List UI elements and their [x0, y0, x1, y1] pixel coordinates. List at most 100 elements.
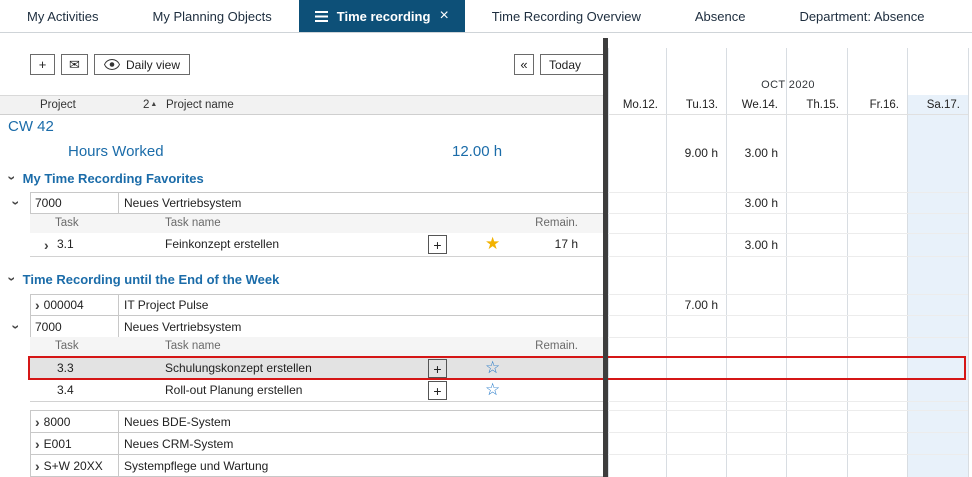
- month-label: OCT 2020: [608, 79, 968, 91]
- mail-button[interactable]: ✉: [61, 54, 88, 75]
- project-code-cell: › 8000: [31, 411, 119, 432]
- task-header-row: Task Task name Remain.: [30, 214, 604, 234]
- row-gridline: [608, 315, 968, 316]
- row-gridline: [608, 379, 968, 380]
- row-gridline: [608, 294, 968, 295]
- project-name: IT Project Pulse: [124, 298, 208, 312]
- task-header-row: Task Task name Remain.: [30, 337, 604, 357]
- chevron-right-icon[interactable]: ›: [35, 437, 40, 451]
- project-name-column-header[interactable]: Project name: [166, 99, 234, 111]
- task-row-3-1[interactable]: › 3.1 Feinkonzept erstellen + ★ 17 h: [30, 233, 604, 257]
- project-row-7000-favorites[interactable]: 7000 Neues Vertriebsystem: [30, 192, 604, 214]
- section-end-of-week[interactable]: › Time Recording until the End of the We…: [0, 269, 279, 289]
- task-hours-cell-we[interactable]: 3.00 h: [727, 233, 778, 257]
- task-row-3-4[interactable]: 3.4 Roll-out Planung erstellen + ☆: [30, 379, 604, 402]
- favorite-star-filled-icon[interactable]: ★: [485, 234, 500, 254]
- project-name: Neues Vertriebsystem: [124, 320, 241, 334]
- add-time-entry-button[interactable]: +: [428, 359, 447, 378]
- project-name: Neues Vertriebsystem: [124, 196, 241, 210]
- tab-label: Time recording: [337, 9, 431, 24]
- project-hours-cell-tu[interactable]: 7.00 h: [667, 294, 718, 316]
- previous-period-button[interactable]: «: [514, 54, 534, 75]
- task-name: Roll-out Planung erstellen: [165, 383, 302, 397]
- weekend-column-background: [908, 95, 968, 477]
- pane-splitter[interactable]: [603, 38, 608, 477]
- task-name: Schulungskonzept erstellen: [165, 361, 312, 375]
- row-gridline: [608, 256, 968, 257]
- daily-view-button[interactable]: Daily view: [94, 54, 190, 75]
- project-hours-cell-we[interactable]: 3.00 h: [727, 192, 778, 214]
- project-name: Neues BDE-System: [124, 415, 231, 429]
- project-row-7000[interactable]: 7000 Neues Vertriebsystem: [30, 315, 604, 338]
- project-row-sw20xx[interactable]: › S+W 20XX Systempflege und Wartung: [30, 454, 604, 477]
- mail-icon: ✉: [69, 57, 80, 73]
- eye-icon: [104, 59, 120, 70]
- hours-worked-cell-tu[interactable]: 9.00 h: [667, 141, 718, 165]
- task-name-column-header: Task name: [165, 340, 221, 352]
- project-row-000004[interactable]: › 000004 IT Project Pulse: [30, 294, 604, 316]
- tab-time-recording[interactable]: Time recording ×: [299, 0, 465, 32]
- close-icon[interactable]: ×: [439, 8, 448, 24]
- row-gridline: [608, 401, 968, 402]
- chevron-down-icon[interactable]: ›: [9, 201, 23, 206]
- project-code: 000004: [44, 298, 84, 312]
- column-gridline: [968, 48, 969, 477]
- menu-icon[interactable]: [315, 11, 328, 22]
- sort-ascending-icon: ▲: [150, 101, 157, 111]
- project-code: S+W 20XX: [44, 459, 103, 473]
- tab-my-activities[interactable]: My Activities: [0, 0, 126, 32]
- chevron-down-icon[interactable]: ›: [9, 325, 23, 330]
- project-code: E001: [44, 437, 72, 451]
- project-code: 7000: [35, 196, 62, 210]
- chevron-right-icon[interactable]: ›: [35, 298, 40, 312]
- chevron-right-icon[interactable]: ›: [35, 415, 40, 429]
- tab-absence[interactable]: Absence: [668, 0, 773, 32]
- chevron-right-icon[interactable]: ›: [35, 459, 40, 473]
- row-gridline: [608, 410, 968, 411]
- calendar-week-label: CW 42: [8, 118, 54, 135]
- day-header-fr: Fr.16.: [847, 97, 899, 113]
- daily-view-label: Daily view: [126, 58, 180, 72]
- row-gridline: [608, 192, 968, 193]
- task-column-header: Task: [55, 340, 79, 352]
- task-id: 3.4: [57, 383, 74, 397]
- section-title: My Time Recording Favorites: [23, 171, 204, 186]
- project-name-cell: IT Project Pulse: [119, 295, 603, 315]
- column-gridline: [666, 48, 667, 477]
- today-button[interactable]: Today: [540, 54, 604, 75]
- section-title: Time Recording until the End of the Week: [23, 272, 280, 287]
- remain-column-header: Remain.: [535, 340, 578, 352]
- project-row-8000[interactable]: › 8000 Neues BDE-System: [30, 410, 604, 433]
- add-time-entry-button[interactable]: +: [428, 235, 447, 254]
- tab-department-absence[interactable]: Department: Absence: [772, 0, 951, 32]
- project-code: 8000: [44, 415, 71, 429]
- favorite-star-outline-icon[interactable]: ☆: [485, 380, 500, 400]
- section-favorites[interactable]: › My Time Recording Favorites: [0, 168, 204, 188]
- favorite-star-outline-icon[interactable]: ☆: [485, 358, 500, 378]
- remaining-hours: 17 h: [555, 237, 578, 251]
- add-button[interactable]: +: [30, 54, 55, 75]
- tab-time-recording-overview[interactable]: Time Recording Overview: [465, 0, 668, 32]
- time-recording-app: My Activities My Planning Objects Time r…: [0, 0, 972, 477]
- project-name-cell: Systempflege und Wartung: [119, 455, 603, 476]
- project-name-cell: Neues Vertriebsystem: [119, 316, 603, 337]
- project-code-cell: › 000004: [31, 295, 119, 315]
- chevron-right-icon[interactable]: ›: [44, 238, 49, 252]
- sort-indicator[interactable]: 2 ▲: [143, 99, 157, 111]
- hours-worked-cell-we[interactable]: 3.00 h: [727, 141, 778, 165]
- task-name-column-header: Task name: [165, 217, 221, 229]
- tab-my-planning-objects[interactable]: My Planning Objects: [126, 0, 299, 32]
- project-code: 7000: [35, 320, 62, 334]
- add-time-entry-button[interactable]: +: [428, 381, 447, 400]
- chevron-down-icon: ›: [5, 176, 19, 181]
- project-name-cell: Neues BDE-System: [119, 411, 603, 432]
- row-gridline: [608, 114, 968, 115]
- task-id: 3.1: [57, 237, 74, 251]
- today-label: Today: [549, 58, 581, 72]
- sort-priority-label: 2: [143, 99, 149, 111]
- project-column-header[interactable]: Project: [40, 99, 76, 111]
- project-code-cell: › E001: [31, 433, 119, 454]
- project-row-e001[interactable]: › E001 Neues CRM-System: [30, 432, 604, 455]
- task-row-3-3-selected[interactable]: 3.3 Schulungskonzept erstellen + ☆: [30, 357, 604, 379]
- project-code-cell: 7000: [31, 193, 119, 213]
